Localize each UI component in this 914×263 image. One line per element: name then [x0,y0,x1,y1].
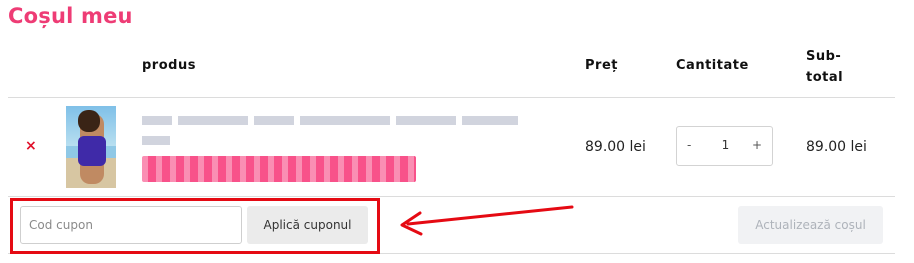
annotation-arrow-icon [400,205,574,236]
